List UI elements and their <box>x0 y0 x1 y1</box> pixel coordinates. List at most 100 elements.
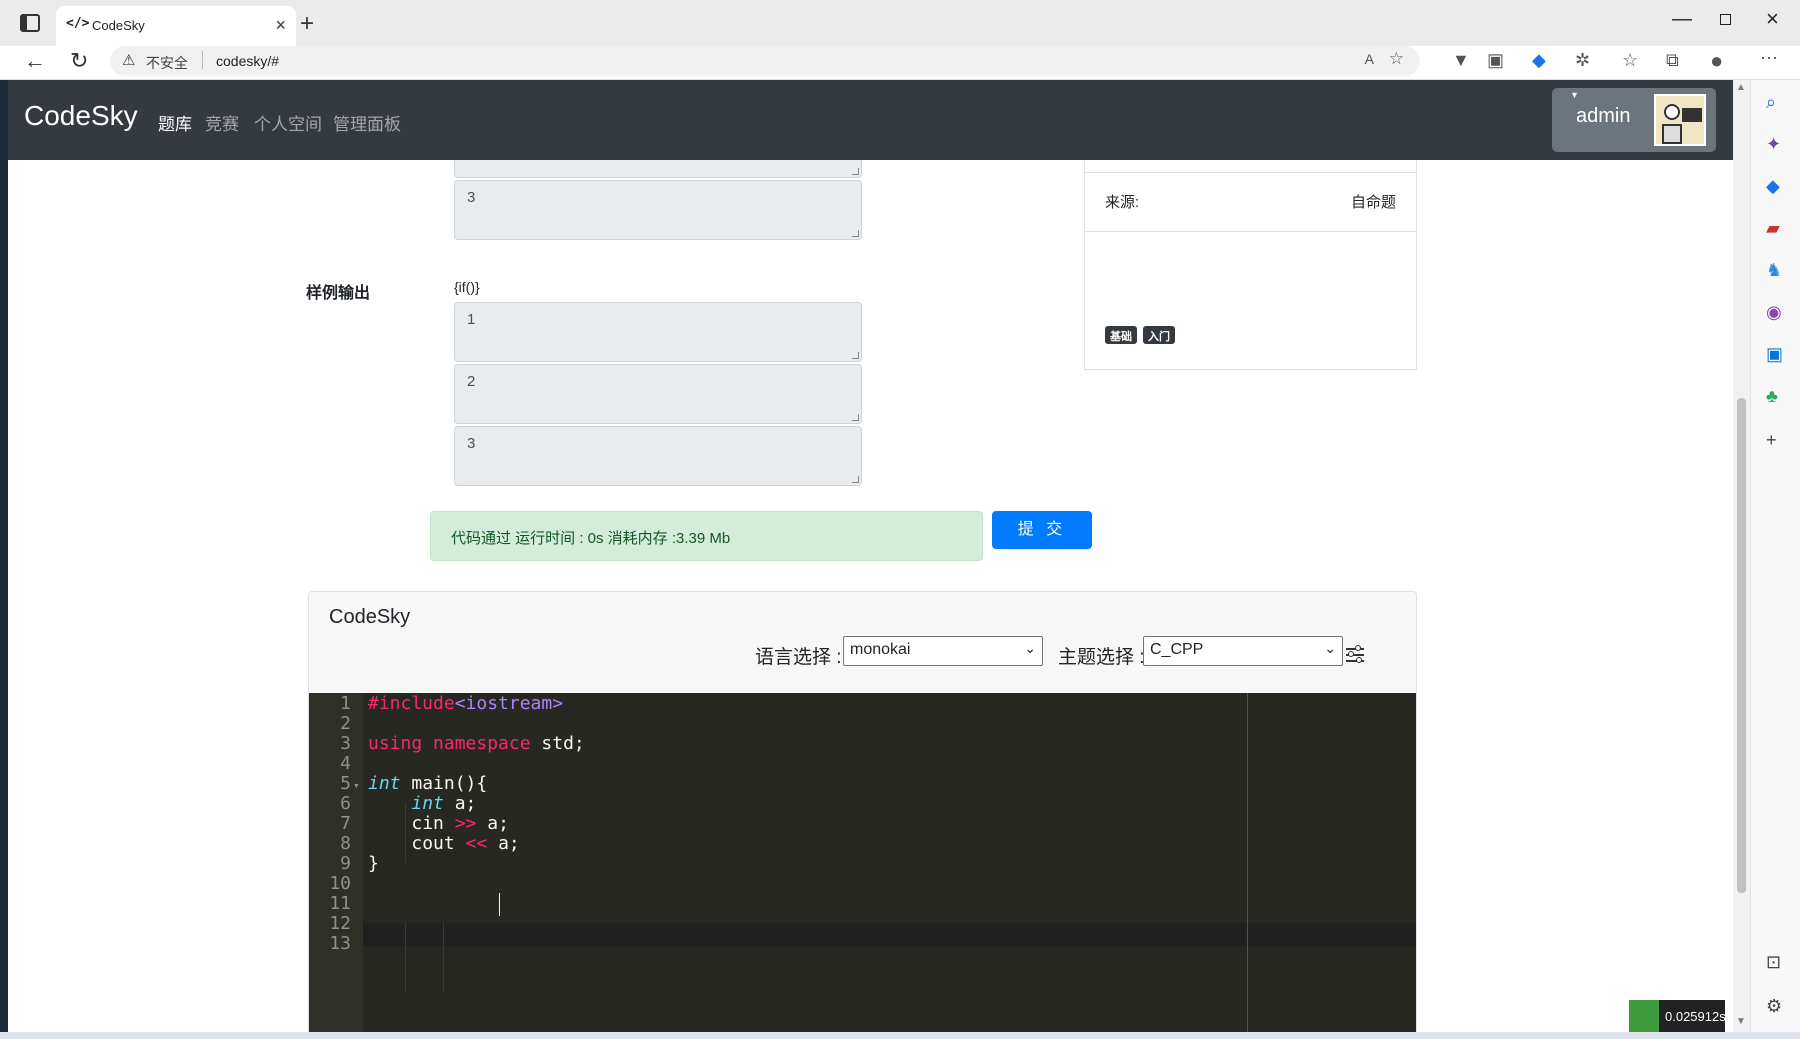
source-value: 自命题 <box>1350 194 1396 211</box>
read-aloud-icon[interactable]: A <box>1365 51 1374 67</box>
security-warning[interactable]: 不安全 <box>146 53 188 73</box>
line-number: 6 <box>340 793 351 814</box>
close-tab-icon[interactable]: × <box>275 15 286 36</box>
sample-output-box[interactable]: 2 <box>454 364 862 424</box>
avatar <box>1654 94 1706 146</box>
page-viewport: CodeSky 题库 竞赛 个人空间 管理面板 ▾ admin 2 3 样例输出… <box>8 80 1733 1032</box>
code-editor-card: CodeSky 语言选择 : monokai ⌄ 主题选择 : C_CPP ⌄ … <box>308 591 1417 1032</box>
more-menu-icon[interactable]: ⋯ <box>1760 48 1778 69</box>
theme-select[interactable]: C_CPP ⌄ <box>1143 636 1343 666</box>
maximize-icon[interactable] <box>1720 14 1731 25</box>
scroll-up-icon[interactable]: ▲ <box>1736 82 1746 93</box>
source-key: 来源: <box>1105 194 1140 211</box>
favorites-icon[interactable]: ☆ <box>1622 50 1638 71</box>
text-cursor <box>499 893 500 916</box>
line-number: 2 <box>340 713 351 734</box>
submit-button[interactable]: 提 交 <box>992 511 1092 549</box>
site-navbar: CodeSky 题库 竞赛 个人空间 管理面板 ▾ admin <box>8 80 1733 160</box>
editor-title: CodeSky <box>329 606 411 628</box>
back-arrow-icon[interactable]: ← <box>24 48 46 74</box>
collections-icon[interactable]: ⧉ <box>1666 50 1679 71</box>
games-icon[interactable]: ♞ <box>1766 260 1782 281</box>
tab-title: CodeSky <box>92 18 145 33</box>
line-number: 11 <box>329 893 351 914</box>
copilot-icon[interactable]: ✦ <box>1766 134 1781 155</box>
code-line: int a; <box>411 793 477 814</box>
code-line: cout << a; <box>411 833 520 854</box>
chevron-down-icon: ⌄ <box>1324 640 1336 656</box>
reload-icon[interactable]: ↻ <box>70 48 88 74</box>
code-line: cin >> a; <box>411 813 509 834</box>
minimize-icon[interactable]: — <box>1672 8 1692 31</box>
caret-down-icon: ▾ <box>1572 90 1578 101</box>
taskbar-edge <box>0 1032 1800 1039</box>
code-line: int main(){ <box>368 773 488 794</box>
active-line-highlight <box>309 923 1416 946</box>
sidebar-toggle-icon[interactable]: ⊡ <box>1766 952 1781 973</box>
sample-input-box[interactable]: 3 <box>454 180 862 240</box>
language-select[interactable]: monokai ⌄ <box>843 636 1043 666</box>
line-number: 1 <box>340 693 351 714</box>
add-icon[interactable]: + <box>1766 430 1777 451</box>
search-icon[interactable]: ⌕ <box>1766 92 1776 113</box>
timer-text: 0.025912s <box>1665 1009 1726 1024</box>
sample-output-box[interactable]: 1 <box>454 302 862 362</box>
extension-bird-icon[interactable]: ◆ <box>1532 50 1546 71</box>
code-line: #include<iostream> <box>368 693 564 714</box>
new-tab-button[interactable]: + <box>300 10 314 38</box>
tag-badge[interactable]: 基础 <box>1105 326 1137 344</box>
browser-tab-bar: </> CodeSky × + — × <box>0 0 1800 46</box>
line-number: 10 <box>329 873 351 894</box>
theme-label: 主题选择 : <box>1058 647 1145 668</box>
address-bar-row: ← ↻ ⚠ 不安全 codesky/# A ☆ ▼ ▣ ◆ ✲ ☆ ⧉ ● ⋯ <box>0 46 1800 80</box>
line-number: 9 <box>340 853 351 874</box>
code-icon: </> <box>66 16 90 31</box>
tab-actions-icon[interactable] <box>20 14 40 32</box>
address-bar[interactable]: ⚠ 不安全 codesky/# A ☆ <box>110 46 1420 76</box>
line-number: 5 <box>340 773 351 794</box>
extension-box-icon[interactable]: ▣ <box>1487 50 1504 71</box>
settings-gear-icon[interactable]: ⚙ <box>1766 996 1782 1017</box>
scrollbar-thumb[interactable] <box>1737 398 1746 893</box>
line-number: 8 <box>340 833 351 854</box>
nav-personal-space[interactable]: 个人空间 <box>254 110 322 135</box>
user-name: admin <box>1576 105 1631 127</box>
problem-info-card: 来源: 自命题 基础 入门 <box>1084 160 1417 370</box>
scroll-down-icon[interactable]: ▼ <box>1736 1016 1746 1027</box>
sample-output-label: 样例输出 <box>306 285 371 302</box>
drop-icon[interactable]: ♣ <box>1766 386 1778 407</box>
tools-icon[interactable]: ▰ <box>1766 218 1780 239</box>
fold-arrow-icon[interactable]: ▾ <box>353 779 360 792</box>
outlook-icon[interactable]: ▣ <box>1766 344 1783 365</box>
print-margin <box>1247 693 1248 1032</box>
extension-v-icon[interactable]: ▼ <box>1452 50 1470 71</box>
source-row: 来源: 自命题 <box>1085 172 1416 232</box>
close-window-icon[interactable]: × <box>1766 6 1779 32</box>
profile-icon[interactable]: ● <box>1710 48 1723 74</box>
line-number: 13 <box>329 933 351 954</box>
favorite-star-icon[interactable]: ☆ <box>1389 49 1404 69</box>
language-label: 语言选择 : <box>755 647 842 668</box>
nav-admin-panel[interactable]: 管理面板 <box>333 110 401 135</box>
office-icon[interactable]: ◉ <box>1766 302 1782 323</box>
timer-badge: 0.025912s <box>1629 1000 1726 1032</box>
settings-sliders-icon[interactable] <box>1343 642 1369 668</box>
nav-problems[interactable]: 题库 <box>158 110 192 135</box>
sample-output-box[interactable]: 3 <box>454 426 862 486</box>
brand-logo[interactable]: CodeSky <box>24 100 138 132</box>
shopping-tag-icon[interactable]: ◆ <box>1766 176 1780 197</box>
code-line: using namespace std; <box>368 733 585 754</box>
extensions-puzzle-icon[interactable]: ✲ <box>1575 50 1590 71</box>
tag-badge[interactable]: 入门 <box>1143 326 1175 344</box>
divider <box>202 51 203 69</box>
nav-contests[interactable]: 竞赛 <box>205 110 239 135</box>
browser-tab[interactable]: </> CodeSky × <box>56 6 296 46</box>
warning-icon: ⚠ <box>122 52 136 69</box>
line-number: 4 <box>340 753 351 774</box>
result-alert: 代码通过 运行时间 : 0s 消耗内存 :3.39 Mb <box>430 511 983 561</box>
chevron-down-icon: ⌄ <box>1024 640 1036 656</box>
url-text[interactable]: codesky/# <box>216 53 279 69</box>
user-menu-button[interactable]: ▾ admin <box>1552 88 1716 152</box>
code-line: } <box>368 853 379 874</box>
code-area[interactable]: 1 2 3 4 5 ▾ 6 7 8 9 10 11 12 13 #include… <box>309 693 1416 1032</box>
